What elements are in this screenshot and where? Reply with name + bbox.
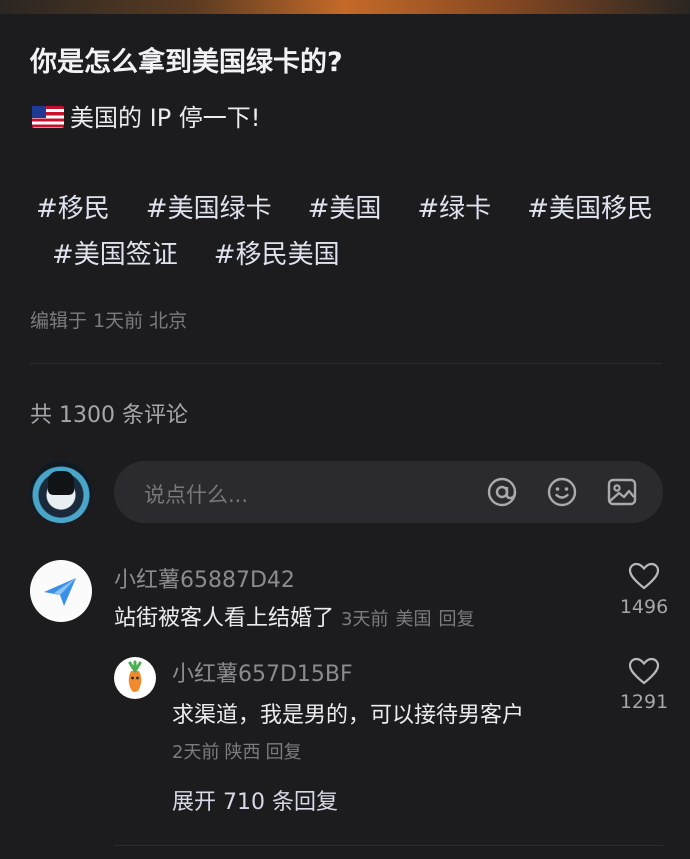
hashtag-list: #移民 #美国绿卡 #美国 #绿卡 #美国移民 #美国签证 #移民美国 [36,188,676,280]
comment-count: 共 1300 条评论 [30,403,188,428]
heart-icon [628,562,660,590]
comment-username[interactable]: 小红薯65887D42 [114,562,295,594]
divider [114,845,663,846]
hashtag[interactable]: #移民美国 [214,234,340,271]
reply-username[interactable]: 小红薯657D15BF [172,656,353,688]
reply-avatar[interactable] [114,657,156,699]
emoji-icon[interactable] [546,476,578,508]
hashtag-row-1: #移民 #美国绿卡 #美国 #绿卡 #美国移民 [36,188,676,234]
hashtag[interactable]: #绿卡 [417,188,491,225]
like-count: 1496 [619,596,669,618]
reply-like-button[interactable]: 1291 [614,657,674,713]
us-flag-icon [32,106,64,128]
comment-input[interactable]: 说点什么... [114,461,663,523]
expand-replies-button[interactable]: 展开 710 条回复 [172,784,338,816]
reply-location: 陕西 [224,742,261,763]
carrot-icon [128,660,142,692]
like-button[interactable]: 1496 [614,562,674,618]
hashtag[interactable]: #美国移民 [527,188,653,225]
reply-button[interactable]: 回复 [266,742,302,763]
divider [30,363,662,364]
comment-text: 站街被客人看上结婚了 [114,606,335,631]
post-title: 你是怎么拿到美国绿卡的? [30,47,343,78]
like-count: 1291 [619,691,669,713]
heart-icon [628,657,660,685]
comment-body: 站街被客人看上结婚了 3天前 美国 回复 [114,600,474,632]
paper-plane-icon [44,578,76,606]
commenter-avatar[interactable] [30,560,92,622]
cover-image-bottom-edge [0,0,690,14]
reply-button[interactable]: 回复 [438,609,474,630]
comment-input-placeholder: 说点什么... [144,483,249,507]
reply-meta: 2天前 陕西 回复 [172,738,302,764]
reply-time: 2天前 [172,742,220,763]
comment-time: 3天前 [341,609,389,630]
image-icon[interactable] [606,476,638,508]
comment-location: 美国 [395,609,432,630]
hashtag[interactable]: #移民 [36,188,110,225]
my-avatar[interactable] [30,461,92,523]
post-body-text: 美国的 IP 停一下! [70,104,261,132]
hashtag-row-2: #美国签证 #移民美国 [36,234,676,280]
post-body: 美国的 IP 停一下! [32,98,260,133]
reply-text: 求渠道，我是男的，可以接待男客户 [172,703,525,728]
hashtag[interactable]: #美国绿卡 [146,188,272,225]
at-icon[interactable] [486,476,518,508]
hashtag[interactable]: #美国签证 [52,234,178,271]
hashtag[interactable]: #美国 [308,188,382,225]
post-edit-meta: 编辑于 1天前 北京 [30,310,188,332]
